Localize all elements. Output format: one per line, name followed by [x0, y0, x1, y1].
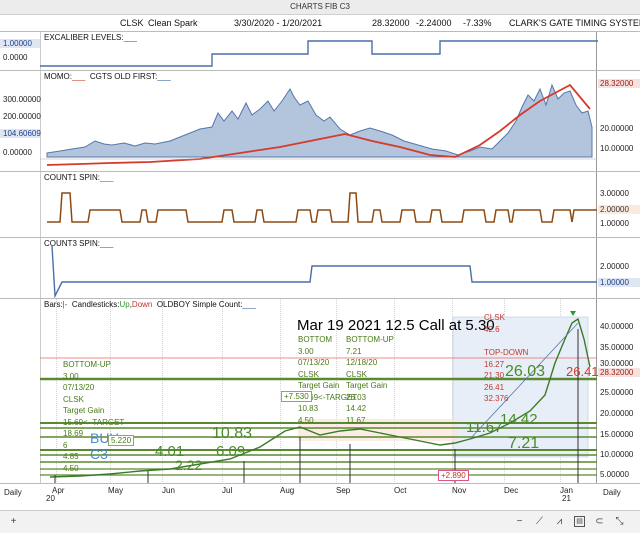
label-26-03: 26.03	[505, 363, 546, 380]
timeframe-label-left[interactable]: Daily	[4, 488, 22, 497]
symbol-info-bar: CLSK Clean Spark 3/30/2020 - 1/20/2021 2…	[0, 15, 640, 31]
draw-line-icon[interactable]: ⟋	[534, 516, 545, 527]
bottom-up-mid-block: BOTTOM-UP 7.21 12/18/20 CLSK Target Gain 26.0…	[346, 335, 394, 425]
month-aug: Aug	[280, 486, 295, 495]
price-panel[interactable]: Bars:|- Candlesticks:Up,Down OLDBOY Simp…	[0, 298, 640, 484]
label-2-22: 2.22	[175, 457, 203, 473]
last-price: 28.32000	[372, 18, 410, 28]
label-10-83: 10.83	[212, 425, 253, 442]
momo-panel[interactable]: MOMO:___ CGTS OLD FIRST:___ 300.00000 20…	[0, 70, 640, 171]
gain-box-7-530: +7.530	[281, 391, 312, 402]
x-axis[interactable]: Daily Apr May Jun Jul Aug Sep Oct Nov De…	[0, 483, 640, 503]
system-name: CLARK'S GATE TIMING SYSTEM	[509, 18, 640, 28]
layout-icon[interactable]: ▤	[574, 516, 585, 527]
link-icon[interactable]: ⊂	[594, 516, 605, 527]
c3-label: C3	[90, 446, 108, 462]
momo-area	[46, 83, 593, 158]
excaliber-line	[40, 40, 598, 67]
excaliber-panel[interactable]: EXCALIBER LEVELS:___ 1.00000 0.0000	[0, 31, 640, 70]
gain-box-5-220: 5.220	[108, 435, 135, 446]
gain-box-2-890: +2.890	[438, 470, 469, 481]
count1-line	[47, 192, 597, 223]
timeframe-label-right[interactable]: Daily	[603, 488, 621, 497]
momo-chart	[40, 83, 597, 166]
symbol: CLSK	[120, 18, 144, 28]
count3-panel[interactable]: COUNT3 SPIN:___ 2.00000 1.00000	[0, 237, 640, 298]
year-end: 21	[562, 494, 571, 503]
price-change: -2.24000	[416, 18, 452, 28]
count3-line	[51, 245, 597, 298]
window-title-bar: CHARTS FIB C3	[0, 0, 640, 15]
month-jun: Jun	[162, 486, 175, 495]
headline-annotation: Mar 19 2021 12.5 Call at 5.30	[297, 317, 495, 334]
date-range: 3/30/2020 - 1/20/2021	[234, 18, 323, 28]
label-6-09: 6.09	[216, 443, 246, 460]
company-name: Clean Spark	[148, 18, 198, 28]
month-sep: Sep	[336, 486, 351, 495]
indicator-icon[interactable]: ⩘	[554, 516, 565, 527]
add-icon[interactable]: +	[8, 516, 19, 527]
status-bar: + − ⟋ ⩘ ▤ ⊂ ⤡	[0, 510, 640, 533]
label-26-41: 26.41	[566, 364, 599, 379]
month-may: May	[108, 486, 124, 495]
top-marker	[570, 311, 576, 316]
window-title: CHARTS FIB C3	[290, 2, 350, 11]
price-change-pct: -7.33%	[463, 18, 492, 28]
count1-panel[interactable]: COUNT1 SPIN:___ 3.00000 2.00000 1.00000	[0, 171, 640, 237]
year-start: 20	[46, 494, 55, 503]
month-dec: Dec	[504, 486, 519, 495]
month-jul: Jul	[222, 486, 233, 495]
month-nov: Nov	[452, 486, 467, 495]
month-oct: Oct	[394, 486, 407, 495]
zoom-out-icon[interactable]: −	[514, 516, 525, 527]
label-14-42: 14.42	[500, 411, 538, 428]
label-11-67: 11.67	[466, 419, 503, 436]
label-7-21: 7.21	[508, 435, 540, 452]
fit-screen-icon[interactable]: ⤡	[614, 516, 625, 527]
top-down-block: CLSK 42.6 TOP-DOWN 16.27 21.30 26.41 32.376	[484, 313, 529, 403]
